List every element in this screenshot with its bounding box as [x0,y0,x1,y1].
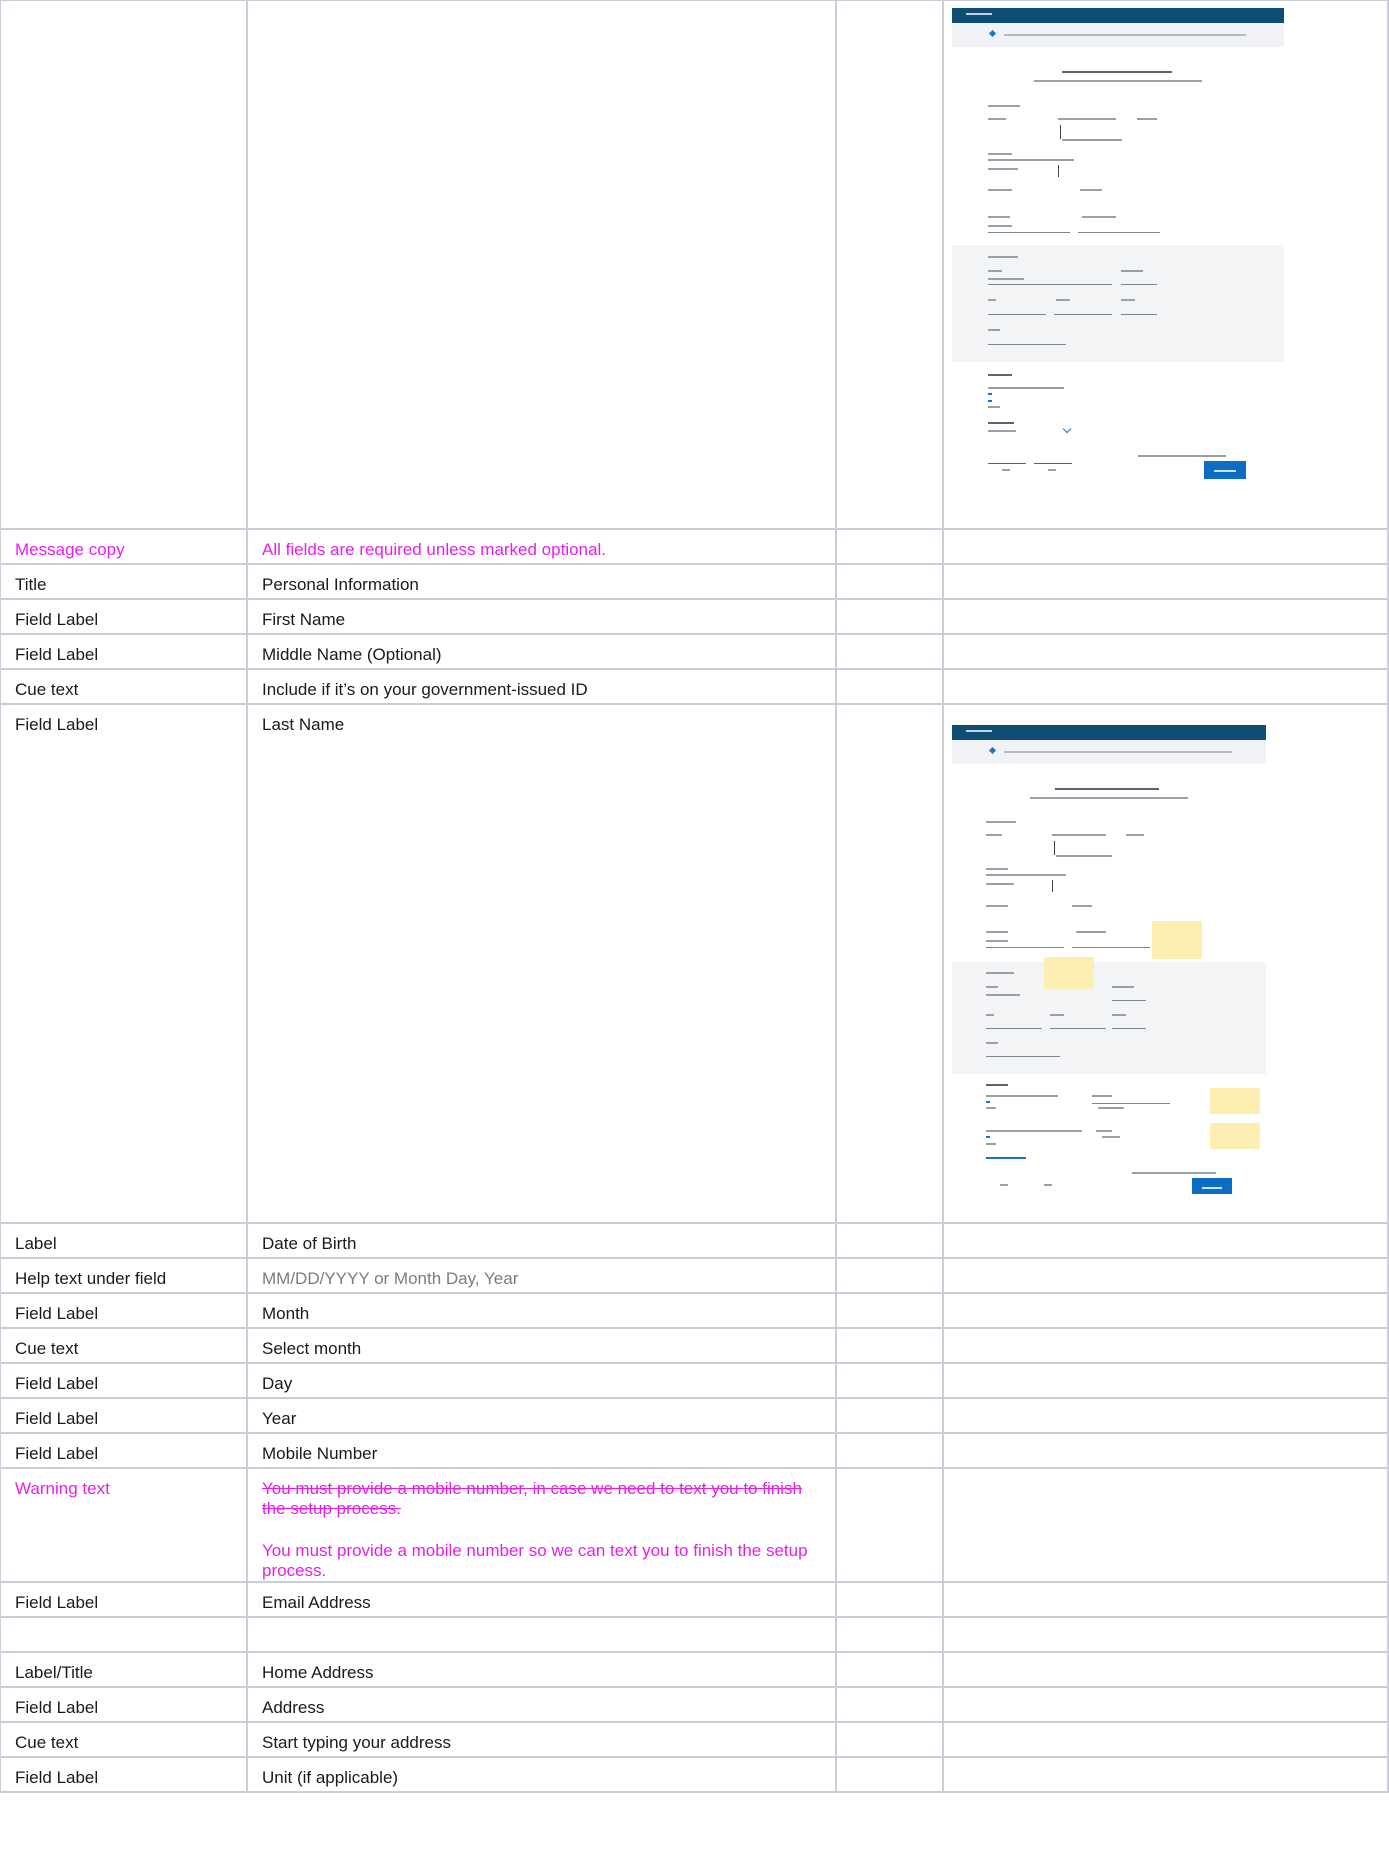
row-value: Middle Name (Optional) [246,633,837,670]
table-row: Field Label Month [0,1292,1389,1329]
table-row: Label Date of Birth [0,1222,1389,1259]
table-row: Cue text Start typing your address [0,1721,1389,1758]
table-row: Field Label Middle Name (Optional) [0,633,1389,670]
mock-address-section [952,245,1284,362]
row-value: Year [246,1397,837,1434]
table-row: Field Label Address [0,1686,1389,1723]
row-key [0,1616,248,1653]
revised-copy: You must provide a mobile number so we c… [262,1541,808,1580]
mock-address-section [952,962,1266,1074]
table-row: Warning text You must provide a mobile n… [0,1467,1389,1583]
chevron-down-icon [1062,424,1072,434]
mock-continue-button [1192,1178,1232,1194]
row-key: Label [0,1222,248,1259]
table-row: Label/Title Home Address [0,1651,1389,1688]
row-key: Cue text [0,1327,248,1364]
row-key: Field Label [0,1756,248,1793]
row-value: Last Name [246,703,837,1224]
table-row: Field Label Year [0,1397,1389,1434]
deleted-copy: You must provide a mobile number, in cas… [262,1479,802,1518]
row-value: First Name [246,598,837,635]
table-row: Field Label Mobile Number [0,1432,1389,1469]
row-value: Personal Information [246,563,837,600]
row-key: Field Label [0,633,248,670]
row-key: Label/Title [0,1651,248,1688]
mock-progress-steps [952,23,1284,47]
mock-header-bar [952,8,1284,23]
row-key: Help text under field [0,1257,248,1294]
row-value: MM/DD/YYYY or Month Day, Year [246,1257,837,1294]
row-value: Unit (if applicable) [246,1756,837,1793]
row-key: Title [0,563,248,600]
warning-text-cell: You must provide a mobile number, in cas… [246,1467,837,1583]
sticky-note [1210,1123,1260,1149]
row-value: Include if it’s on your government-issue… [246,668,837,705]
table-row [0,1616,1389,1653]
form-mockup-thumbnail [952,8,1284,495]
row-key: Field Label [0,1292,248,1329]
table-row: Field Label First Name [0,598,1389,635]
row-key: Warning text [0,1467,248,1583]
table-row: Title Personal Information [0,563,1389,600]
row-key: Field Label [0,1362,248,1399]
row-value: Day [246,1362,837,1399]
form-mockup-thumbnail-annotated [952,725,1266,1195]
row-key: Field Label [0,703,248,1224]
row-value: Address [246,1686,837,1723]
table-row: Field Label Day [0,1362,1389,1399]
sticky-note [1210,1088,1260,1114]
row-key [0,0,248,530]
row-value: Start typing your address [246,1721,837,1758]
row-key: Cue text [0,1721,248,1758]
row-value: Mobile Number [246,1432,837,1469]
mock-progress-steps [952,740,1266,764]
table-row: Help text under field MM/DD/YYYY or Mont… [0,1257,1389,1294]
row-key: Field Label [0,598,248,635]
row-value: Email Address [246,1581,837,1618]
table-row: Field Label Unit (if applicable) [0,1756,1389,1793]
row-key: Field Label [0,1397,248,1434]
row-value: Month [246,1292,837,1329]
sticky-note [1044,957,1094,989]
row-key: Field Label [0,1432,248,1469]
table-row: Message copy All fields are required unl… [0,528,1389,565]
row-value: All fields are required unless marked op… [246,528,837,565]
row-value [246,1616,837,1653]
row-value: Home Address [246,1651,837,1688]
row-value [246,0,837,530]
row-value: Date of Birth [246,1222,837,1259]
table-row: Field Label Email Address [0,1581,1389,1618]
table-row: Cue text Select month [0,1327,1389,1364]
table-row: Cue text Include if it’s on your governm… [0,668,1389,705]
row-key: Field Label [0,1581,248,1618]
row-key: Cue text [0,668,248,705]
row-key: Message copy [0,528,248,565]
row-value: Select month [246,1327,837,1364]
sticky-note [1152,921,1202,959]
mock-header-bar [952,725,1266,740]
mock-continue-button [1204,461,1246,479]
row-key: Field Label [0,1686,248,1723]
row-notes [835,0,944,530]
